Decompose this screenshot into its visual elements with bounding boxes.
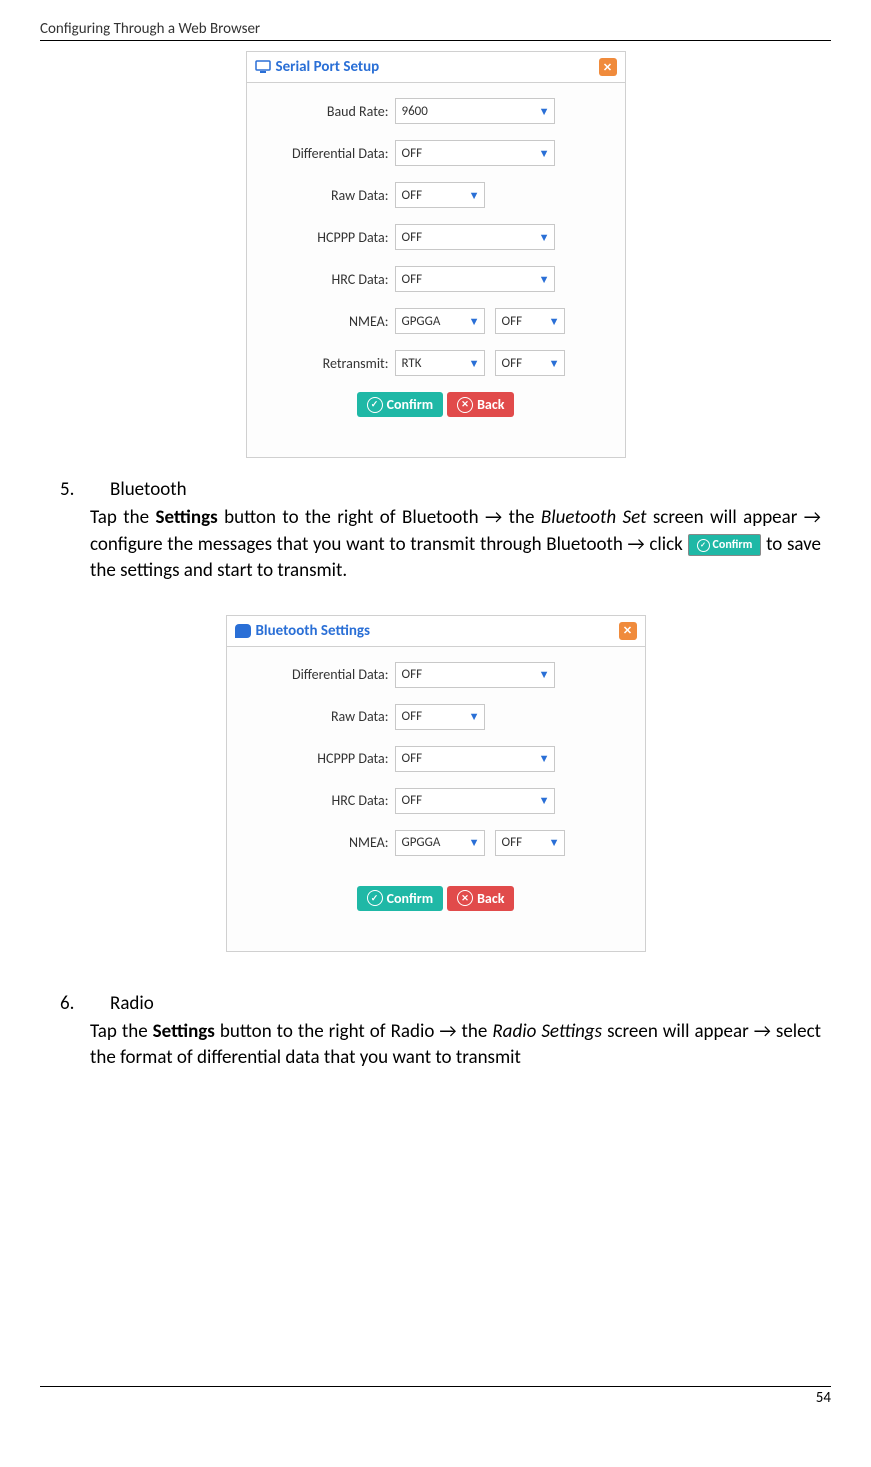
hcppp-data-label: HCPPP Data: [259, 229, 395, 246]
nmea-type-select[interactable]: GPGGA▼ [395, 308, 485, 334]
hrc-data-select[interactable]: OFF▼ [395, 266, 555, 292]
differential-data-select[interactable]: OFF▼ [395, 140, 555, 166]
chevron-down-icon: ▼ [549, 315, 560, 328]
retransmit-label: Retransmit: [259, 355, 395, 372]
hrc-data-select[interactable]: OFF▼ [395, 788, 555, 814]
raw-data-select[interactable]: OFF▼ [395, 704, 485, 730]
dialog-title-text: Serial Port Setup [276, 58, 380, 76]
chevron-down-icon: ▼ [539, 794, 550, 807]
check-icon: ✓ [697, 539, 710, 552]
back-button[interactable]: ✕Back [447, 886, 514, 911]
nmea-state-select[interactable]: OFF▼ [495, 830, 565, 856]
bluetooth-settings-dialog: Bluetooth Settings ✕ Differential Data: … [226, 615, 646, 952]
raw-data-select[interactable]: OFF▼ [395, 182, 485, 208]
chevron-down-icon: ▼ [539, 147, 550, 160]
dialog-title-bar: Serial Port Setup ✕ [247, 52, 625, 83]
differential-data-label: Differential Data: [259, 145, 395, 162]
nmea-state-select[interactable]: OFF▼ [495, 308, 565, 334]
chevron-down-icon: ▼ [549, 357, 560, 370]
section-5-paragraph: Tap the Settings button to the right of … [90, 505, 821, 585]
check-icon: ✓ [367, 397, 383, 413]
chevron-down-icon: ▼ [539, 273, 550, 286]
chevron-down-icon: ▼ [539, 752, 550, 765]
section-6-paragraph: Tap the Settings button to the right of … [90, 1019, 821, 1072]
confirm-button[interactable]: ✓Confirm [357, 392, 444, 417]
dialog-title-text: Bluetooth Settings [256, 622, 371, 640]
section-5-heading: 5. Bluetooth [40, 478, 831, 501]
chevron-down-icon: ▼ [469, 357, 480, 370]
retransmit-state-select[interactable]: OFF▼ [495, 350, 565, 376]
hcppp-data-select[interactable]: OFF▼ [395, 224, 555, 250]
baud-rate-label: Baud Rate: [259, 103, 395, 120]
section-6-heading: 6. Radio [40, 992, 831, 1015]
hrc-data-label: HRC Data: [259, 271, 395, 288]
raw-data-label: Raw Data: [239, 708, 395, 725]
page-header: Configuring Through a Web Browser [40, 20, 831, 41]
chevron-down-icon: ▼ [539, 105, 550, 118]
close-icon[interactable]: ✕ [619, 622, 637, 640]
x-icon: ✕ [457, 397, 473, 413]
chevron-down-icon: ▼ [539, 231, 550, 244]
differential-data-label: Differential Data: [239, 666, 395, 683]
monitor-icon [255, 60, 271, 74]
page-number: 54 [40, 1386, 831, 1407]
back-button[interactable]: ✕Back [447, 392, 514, 417]
hrc-data-label: HRC Data: [239, 792, 395, 809]
chevron-down-icon: ▼ [539, 668, 550, 681]
chevron-down-icon: ▼ [469, 710, 480, 723]
chevron-down-icon: ▼ [549, 836, 560, 849]
chevron-down-icon: ▼ [469, 315, 480, 328]
differential-data-select[interactable]: OFF▼ [395, 662, 555, 688]
confirm-button[interactable]: ✓Confirm [357, 886, 444, 911]
chevron-down-icon: ▼ [469, 189, 480, 202]
x-icon: ✕ [457, 890, 473, 906]
nmea-label: NMEA: [259, 313, 395, 330]
serial-port-dialog: Serial Port Setup ✕ Baud Rate: 9600▼ Dif… [246, 51, 626, 458]
nmea-type-select[interactable]: GPGGA▼ [395, 830, 485, 856]
dialog-title-bar: Bluetooth Settings ✕ [227, 616, 645, 647]
nmea-label: NMEA: [239, 834, 395, 851]
hcppp-data-label: HCPPP Data: [239, 750, 395, 767]
hcppp-data-select[interactable]: OFF▼ [395, 746, 555, 772]
check-icon: ✓ [367, 890, 383, 906]
bluetooth-icon [235, 624, 251, 638]
retransmit-type-select[interactable]: RTK▼ [395, 350, 485, 376]
raw-data-label: Raw Data: [259, 187, 395, 204]
close-icon[interactable]: ✕ [599, 58, 617, 76]
chevron-down-icon: ▼ [469, 836, 480, 849]
confirm-inline-button: ✓Confirm [688, 534, 762, 557]
baud-rate-select[interactable]: 9600▼ [395, 98, 555, 124]
